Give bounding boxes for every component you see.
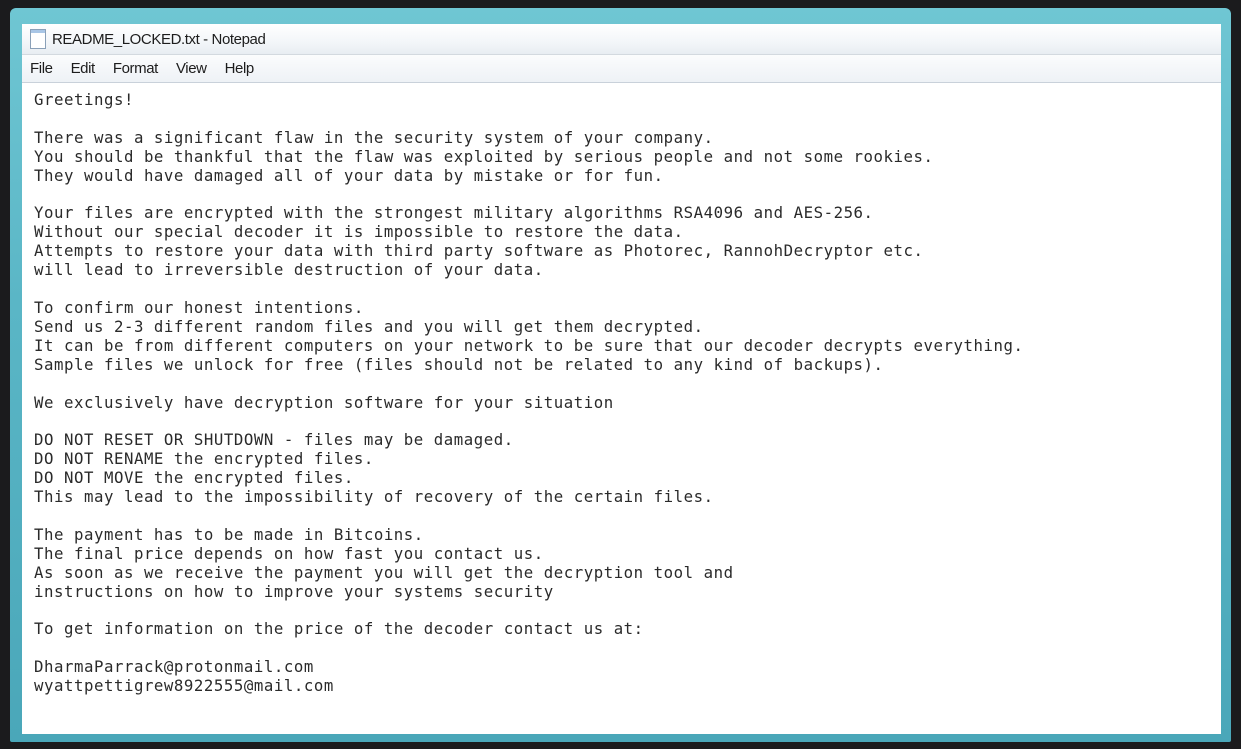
menu-view[interactable]: View <box>167 60 216 77</box>
notepad-icon <box>30 29 46 49</box>
notepad-window: README_LOCKED.txt - Notepad File Edit Fo… <box>10 8 1231 742</box>
menu-file[interactable]: File <box>22 60 62 77</box>
text-editor-area[interactable]: Greetings! There was a significant flaw … <box>22 83 1221 734</box>
title-bar[interactable]: README_LOCKED.txt - Notepad <box>22 24 1221 55</box>
menu-bar: File Edit Format View Help <box>22 55 1221 83</box>
document-text[interactable]: Greetings! There was a significant flaw … <box>22 83 1221 696</box>
menu-help[interactable]: Help <box>216 60 263 77</box>
menu-edit[interactable]: Edit <box>62 60 104 77</box>
window-title: README_LOCKED.txt - Notepad <box>52 30 266 48</box>
menu-format[interactable]: Format <box>104 60 167 77</box>
